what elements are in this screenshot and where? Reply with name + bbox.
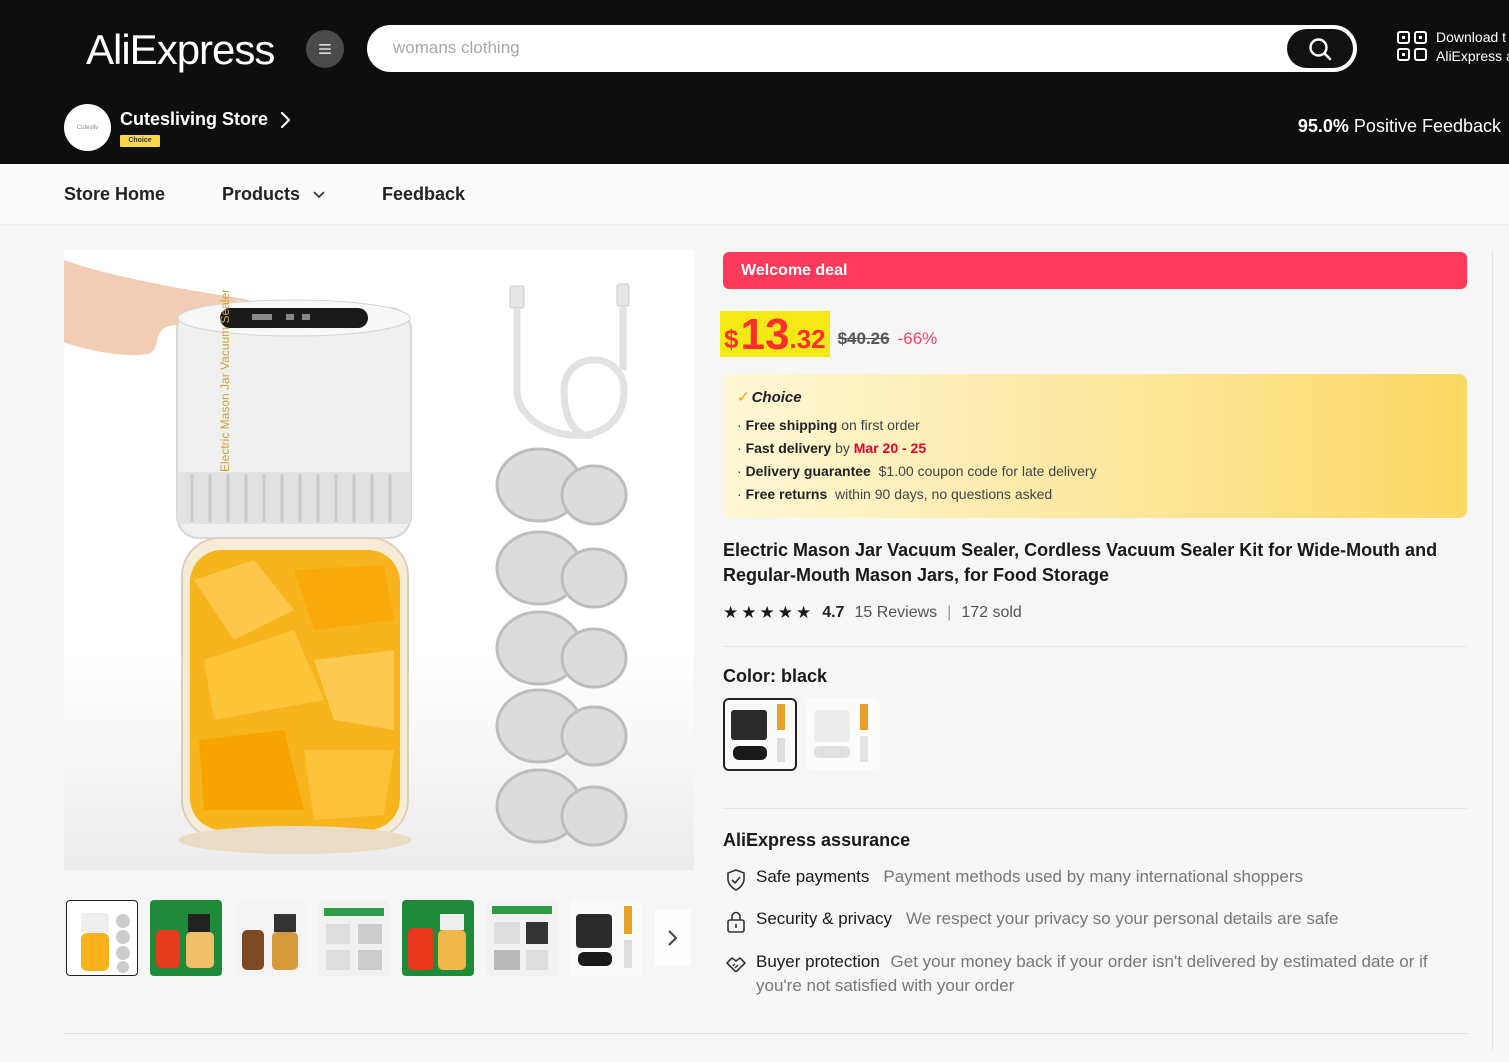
nav-products-label: Products — [222, 184, 301, 204]
download-app-link[interactable]: Download t AliExpress a — [1436, 28, 1509, 66]
color-swatch-black[interactable] — [723, 698, 797, 771]
price-decimal: .32 — [789, 324, 826, 354]
price-currency: $ — [724, 324, 739, 354]
choice-badge: Choice — [120, 135, 160, 147]
benefit-label: Fast delivery — [745, 440, 832, 456]
benefit-text: on first order — [841, 417, 920, 433]
assurance-security-privacy[interactable]: Security & privacy We respect your priva… — [724, 909, 1339, 934]
benefit-label: Free returns — [745, 486, 828, 502]
assurance-label: Safe payments — [756, 867, 870, 886]
choice-benefits-box[interactable]: ✓ Choice · Free shipping on first order ·… — [723, 374, 1467, 518]
store-avatar[interactable]: Cutesliv — [64, 104, 111, 151]
benefit-text: by — [835, 440, 850, 456]
nav-feedback[interactable]: Feedback — [382, 184, 465, 205]
nav-products[interactable]: Products — [222, 184, 325, 205]
benefit-label: Free shipping — [745, 417, 838, 433]
store-name-link[interactable]: Cutesliving Store — [120, 109, 268, 130]
thumbnail-5[interactable] — [402, 900, 474, 976]
jar-label-text: Electric Mason Jar Vacuum Sealer — [218, 289, 232, 472]
welcome-deal-banner: Welcome deal — [723, 252, 1467, 289]
qr-code-icon[interactable] — [1396, 30, 1428, 62]
feedback-label: Positive Feedback — [1353, 116, 1501, 136]
assurance-label: Security & privacy — [756, 909, 893, 928]
thumbnail-7[interactable] — [570, 900, 642, 976]
price-integer: 13 — [740, 310, 790, 359]
discount-percent: -66% — [897, 329, 938, 348]
divider — [723, 646, 1467, 647]
feedback-percent: 95.0% — [1297, 116, 1349, 136]
benefit-delivery-guarantee: · Delivery guarantee $1.00 coupon code f… — [737, 463, 1097, 479]
reviews-link[interactable]: 15 Reviews — [854, 604, 937, 622]
benefit-free-shipping: · Free shipping on first order — [737, 417, 920, 433]
search-input[interactable] — [393, 34, 1273, 62]
assurance-desc: We respect your privacy so your personal… — [906, 909, 1339, 928]
star-rating-icon: ★★★★★ — [723, 603, 815, 622]
color-label: Color: black — [723, 666, 828, 686]
assurance-desc: Payment methods used by many internation… — [883, 867, 1303, 886]
delivery-date: Mar 20 - 25 — [853, 440, 927, 456]
thumbnail-6[interactable] — [486, 900, 558, 976]
section-divider — [64, 1033, 1467, 1034]
thumbnail-1[interactable] — [66, 900, 138, 976]
choice-title: ✓ Choice — [737, 388, 1467, 406]
benefit-label: Delivery guarantee — [745, 463, 871, 479]
hamburger-icon — [319, 44, 331, 54]
thumbnail-next-button[interactable] — [655, 910, 691, 966]
thumbnail-2[interactable] — [150, 900, 222, 976]
thumbnail-3[interactable] — [234, 900, 306, 976]
assurance-title: AliExpress assurance — [723, 830, 911, 850]
top-header: AliExpress Download t AliExpress a Cutes… — [0, 0, 1509, 164]
choice-title-text: Choice — [751, 389, 802, 406]
rating-separator: | — [947, 604, 952, 621]
nav-store-home[interactable]: Store Home — [64, 184, 165, 205]
thumbnail-strip — [66, 900, 642, 976]
chevron-right-icon[interactable] — [278, 110, 294, 130]
search-bar — [367, 25, 1357, 72]
current-price: $ 13 .32 — [720, 311, 830, 357]
search-icon — [1309, 37, 1332, 60]
original-price: $40.26 — [837, 329, 890, 348]
sold-count: 172 sold — [961, 604, 1022, 621]
thumbnail-4[interactable] — [318, 900, 390, 976]
shield-check-icon — [727, 869, 745, 891]
handshake-icon — [725, 956, 747, 973]
benefit-free-returns: · Free returns within 90 days, no questi… — [737, 486, 1053, 502]
categories-menu-button[interactable] — [306, 30, 344, 68]
right-panel-edge — [1492, 250, 1509, 1050]
chevron-down-icon — [313, 191, 325, 199]
benefit-text: within 90 days, no questions asked — [835, 486, 1053, 502]
rating-score: 4.7 — [822, 604, 845, 621]
chevron-right-icon — [668, 930, 678, 946]
store-nav: Store Home Products Feedback — [0, 164, 1509, 225]
search-button[interactable] — [1287, 29, 1353, 68]
rating-row: ★★★★★ 4.7 15 Reviews | 172 sold — [723, 603, 1022, 623]
lock-icon — [727, 911, 745, 933]
assurance-label: Buyer protection — [756, 952, 880, 971]
aliexpress-logo[interactable]: AliExpress — [86, 26, 275, 74]
price-row: $ 13 .32 $40.26 -66% — [720, 305, 937, 357]
divider — [723, 808, 1467, 809]
benefit-fast-delivery: · Fast delivery by Mar 20 - 25 — [737, 440, 927, 456]
assurance-safe-payments[interactable]: Safe payments Payment methods used by ma… — [724, 867, 1303, 892]
download-line-1: Download t — [1436, 29, 1507, 45]
assurance-buyer-protection[interactable]: Buyer protection Get your money back if … — [724, 950, 1464, 998]
benefit-text: $1.00 coupon code for late delivery — [878, 463, 1097, 479]
vacuum-sealer-product-photo: Electric Mason Jar Vacuum Sealer — [64, 260, 630, 854]
download-line-2: AliExpress a — [1436, 48, 1509, 64]
main-product-image[interactable]: Electric Mason Jar Vacuum Sealer — [64, 250, 694, 870]
color-swatch-white[interactable] — [806, 698, 880, 771]
positive-feedback: 95.0% Positive Feedback — [1298, 116, 1501, 137]
product-title: Electric Mason Jar Vacuum Sealer, Cordle… — [723, 540, 1438, 585]
checkmark-icon: ✓ — [737, 389, 750, 406]
